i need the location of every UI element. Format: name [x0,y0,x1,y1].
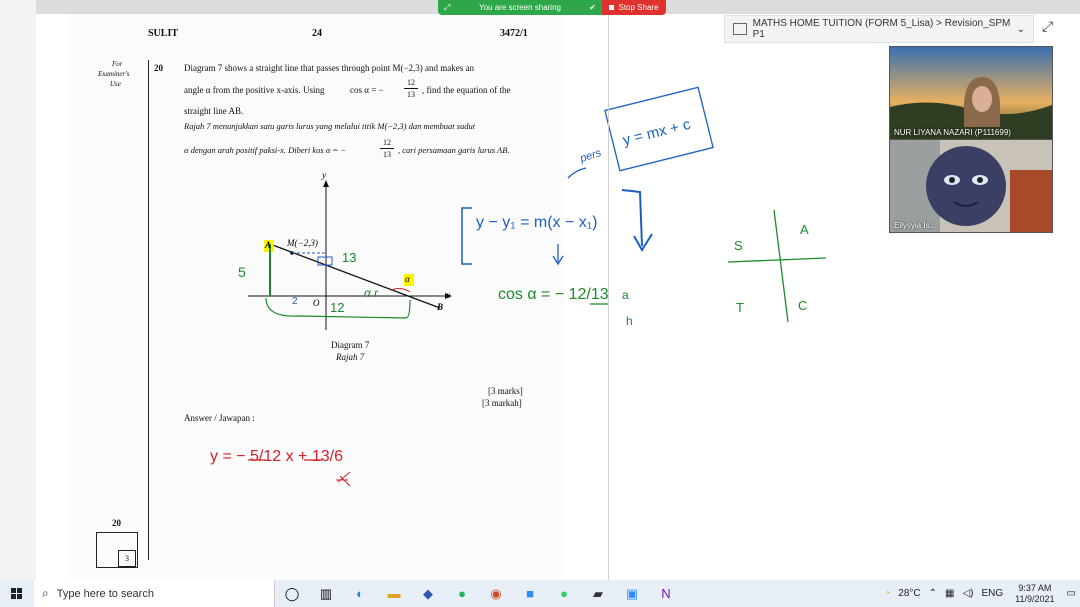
file-explorer-icon[interactable]: ▬ [377,580,411,607]
hand-alpha-r: α r [364,286,379,300]
whatsapp-icon[interactable]: ● [547,580,581,607]
start-button[interactable] [0,580,34,607]
windows-icon [11,587,22,599]
windows-taskbar: ⌕ Type here to search ◯ ▥ ◐ ▬ ◆ ● ◉ ■ ● … [0,580,1080,607]
hand-cos: cos α = − 12/13 [498,286,609,303]
participant-name: Ellysyia Is... [894,221,937,230]
y-label: y [322,170,326,180]
x-label: x [446,290,450,300]
video-scene-landscape [890,47,1052,139]
chevron-up-icon[interactable]: ⌃ [929,588,937,599]
video-tile-host[interactable]: NUR LIYANA NAZARI (P111699) [889,46,1053,140]
hand-h: h [626,314,633,328]
taskbar-search[interactable]: ⌕ Type here to search [34,580,275,607]
search-icon: ⌕ [42,586,49,600]
whiteboard-divider [608,14,609,580]
stop-icon [609,5,615,10]
onenote-icon[interactable]: N [649,580,683,607]
expand-icon[interactable]: ⤢ [1042,18,1053,35]
hand-5: 5 [238,264,246,280]
m-label: M(−2,3) [287,238,318,248]
edge-icon[interactable]: ◐ [343,580,377,607]
chrome-icon[interactable]: ◉ [479,580,513,607]
spotify-icon[interactable]: ● [445,580,479,607]
video-tile-participant[interactable]: Ellysyia Is... [889,139,1053,233]
task-view-icon[interactable]: ▥ [309,580,343,607]
down-arrow-small [552,244,564,266]
drag-icon: ⤢ [444,3,451,12]
video-scene-room [890,140,1052,232]
blue-box [317,256,333,266]
hand-2: 2 [292,296,298,307]
clock-date: 11/9/2021 [1015,593,1055,604]
notification-icon[interactable]: ▭ [1067,588,1076,599]
clock[interactable]: 9:37 AM 11/9/2021 [1015,583,1054,605]
quad-s: S [734,238,743,253]
bracket [461,207,472,265]
tick-mark [336,471,351,487]
hand-point-slope: y − y₁ = m(x − x₁) [476,214,598,231]
quadrant-v [773,209,789,323]
hand-12: 12 [330,300,345,315]
hand-13: 13 [342,250,357,265]
quad-a: A [800,222,809,237]
app-icon[interactable]: ◆ [411,580,445,607]
chevron-down-icon[interactable]: ⌄ [1017,24,1025,35]
hand-a: a [622,288,629,302]
ppt-title: MATHS HOME TUITION (FORM 5_Lisa) > Revis… [752,18,1011,40]
b-label: B [437,302,444,312]
clock-time: 9:37 AM [1018,582,1052,593]
origin-label: O [313,298,320,308]
lang-indicator[interactable]: ENG [982,588,1004,599]
shield-icon: ✔ [589,3,596,12]
zoom-meeting-icon[interactable]: ▣ [615,580,649,607]
screen-share-bar: ⤢ You are screen sharing ✔ Stop Share [438,0,666,15]
shared-screen: SULIT 24 3472/1 For Examiner's Use 20 Di… [0,0,1080,580]
ppt-window-bar[interactable]: MATHS HOME TUITION (FORM 5_Lisa) > Revis… [724,15,1034,43]
drawing-app-icon[interactable]: ▰ [581,580,615,607]
down-arrow-big [621,189,653,252]
answer-handwriting: y = − 5/12 x + 13/6 [210,448,343,465]
alpha-label: α [405,274,410,284]
quadrant-h [727,257,827,263]
stop-share-button[interactable]: Stop Share [602,0,666,15]
sharing-status[interactable]: ⤢ You are screen sharing ✔ [438,0,602,15]
system-tray: ◔ 28°C ⌃ ▦ ◁) ENG 9:37 AM 11/9/2021 ▭ [880,580,1080,607]
a-label: A [265,240,272,250]
search-placeholder: Type here to search [56,587,154,600]
zoom-icon[interactable]: ■ [513,580,547,607]
network-icon[interactable]: ▦ [945,588,954,599]
powerpoint-icon [733,23,747,35]
weather-temp[interactable]: 28°C [898,588,920,599]
participant-name: NUR LIYANA NAZARI (P111699) [894,128,1011,137]
quad-c: C [798,298,808,313]
weather-icon[interactable]: ◔ [884,588,890,599]
y-arrow [323,180,329,187]
quad-t: T [736,300,744,315]
volume-icon[interactable]: ◁) [962,588,973,599]
cortana-icon[interactable]: ◯ [275,580,309,607]
pers-arrow [567,167,587,179]
